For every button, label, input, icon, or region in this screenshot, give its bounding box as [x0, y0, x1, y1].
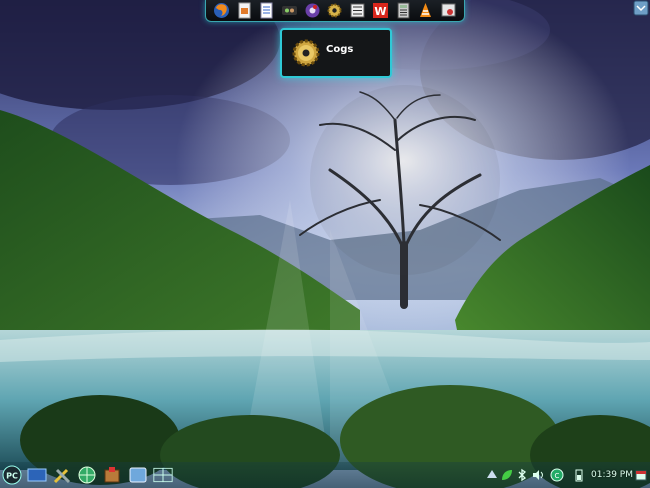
svg-text:W: W — [374, 5, 386, 18]
calculator-icon[interactable] — [395, 2, 412, 19]
update-leaf-icon[interactable] — [500, 468, 514, 482]
mahjong-icon[interactable] — [349, 2, 366, 19]
start-menu-button[interactable]: PC — [2, 465, 22, 485]
document-viewer-icon[interactable] — [236, 2, 253, 19]
volume-icon[interactable] — [531, 468, 545, 482]
start-label: PC — [6, 472, 18, 481]
arrow-up-icon[interactable] — [485, 468, 499, 482]
control-panel-icon[interactable] — [440, 2, 457, 19]
workspace-switcher-icon[interactable] — [153, 465, 173, 485]
bluetooth-icon[interactable] — [515, 468, 529, 482]
calendar-icon[interactable] — [634, 468, 648, 482]
text-document-icon[interactable] — [258, 2, 275, 19]
panel-clock[interactable]: 01:39 PM — [591, 470, 633, 480]
vlc-icon[interactable] — [417, 2, 434, 19]
dock-tooltip: Cogs — [280, 28, 392, 78]
battery-icon[interactable] — [572, 468, 586, 482]
firefox-icon[interactable] — [213, 2, 230, 19]
tooltip-label: Cogs — [326, 44, 354, 55]
clipboard-icon[interactable]: C — [550, 468, 564, 482]
cogs-icon[interactable] — [326, 2, 343, 19]
show-desktop-icon[interactable] — [27, 465, 47, 485]
terminal-icon[interactable] — [281, 2, 298, 19]
network-globe-icon[interactable] — [77, 465, 97, 485]
file-manager-icon[interactable] — [128, 465, 148, 485]
top-dock: W — [205, 0, 465, 22]
tools-icon[interactable] — [52, 465, 72, 485]
wordprocessor-icon[interactable]: W — [372, 2, 389, 19]
media-player-icon[interactable] — [304, 2, 321, 19]
package-manager-icon[interactable] — [102, 465, 122, 485]
cogs-icon — [292, 39, 320, 67]
window-corner-icon[interactable] — [633, 0, 649, 16]
svg-text:C: C — [555, 472, 560, 480]
